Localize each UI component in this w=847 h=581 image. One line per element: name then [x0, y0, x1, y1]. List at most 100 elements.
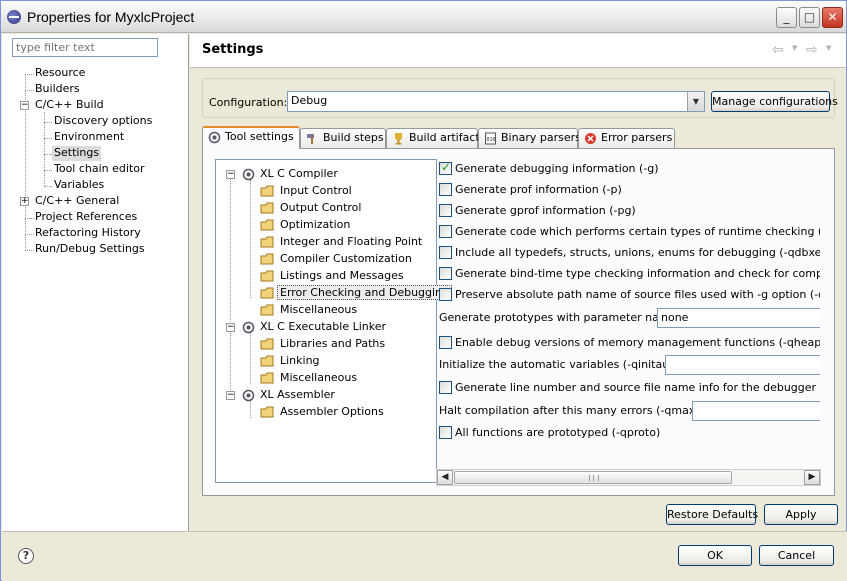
close-button[interactable]: ✕ — [822, 7, 843, 28]
tool-tree: − XL C Compiler Input Control Output Con… — [215, 159, 453, 483]
ok-button[interactable]: OK — [678, 545, 752, 566]
checkbox[interactable] — [439, 183, 452, 196]
folder-icon — [260, 406, 274, 418]
configuration-value: Debug — [291, 94, 328, 107]
manage-configurations-button[interactable]: Manage configurations — [711, 91, 838, 112]
back-arrow-icon[interactable]: ⇦ — [772, 42, 784, 58]
checkbox[interactable] — [439, 204, 452, 217]
option-label: Include all typedefs, structs, unions, e… — [455, 246, 820, 259]
tree-item-miscellaneous[interactable]: Miscellaneous — [278, 303, 359, 318]
tab-label: Binary parsers — [501, 131, 581, 144]
nav-item-discovery-options[interactable]: Discovery options — [52, 114, 154, 129]
tree-line — [250, 401, 251, 418]
tree-item-compiler-customization[interactable]: Compiler Customization — [278, 252, 414, 267]
apply-button[interactable]: Apply — [764, 504, 838, 525]
tree-item-xl-assembler[interactable]: XL Assembler — [258, 388, 337, 403]
tab-binary-parsers[interactable]: 010 Binary parsers — [478, 128, 581, 148]
gear-icon — [242, 321, 255, 334]
scroll-left-icon[interactable]: ◀ — [437, 470, 453, 485]
tree-item-linking[interactable]: Linking — [278, 354, 322, 369]
horizontal-scrollbar[interactable]: ◀ ▶ — [436, 469, 821, 486]
checkbox[interactable] — [439, 225, 452, 238]
tree-item-assembler-options[interactable]: Assembler Options — [278, 405, 386, 420]
maxerr-input[interactable] — [692, 401, 820, 421]
tab-label: Error parsers — [601, 131, 673, 144]
tree-item-error-checking-debugging[interactable]: Error Checking and Debugging — [277, 285, 453, 300]
tree-line — [230, 174, 231, 394]
collapse-icon[interactable]: − — [226, 323, 235, 332]
nav-item-variables[interactable]: Variables — [52, 178, 106, 193]
tree-item-linker-miscellaneous[interactable]: Miscellaneous — [278, 371, 359, 386]
checkbox[interactable] — [439, 336, 452, 349]
tab-error-parsers[interactable]: Error parsers — [578, 128, 675, 148]
nav-item-project-references[interactable]: Project References — [33, 210, 139, 225]
nav-item-resource[interactable]: Resource — [33, 66, 87, 81]
tab-build-artifact[interactable]: Build artifact — [386, 128, 480, 148]
title-bar[interactable]: Properties for MyxlcProject _ □ ✕ — [1, 1, 846, 33]
collapse-icon[interactable]: − — [20, 101, 29, 110]
filter-input[interactable] — [12, 38, 158, 57]
checkbox[interactable] — [439, 160, 452, 175]
scrollbar-thumb[interactable] — [454, 471, 732, 484]
configuration-label: Configuration: — [209, 96, 288, 109]
page-title: Settings — [202, 42, 264, 57]
tab-tool-settings[interactable]: Tool settings — [202, 126, 300, 149]
tree-line — [250, 180, 251, 298]
left-nav-pane: Resource Builders − C/C++ Build Discover… — [2, 34, 189, 531]
initauto-label: Initialize the automatic variables (-qin… — [439, 358, 694, 371]
checkbox[interactable] — [439, 381, 452, 394]
cancel-button[interactable]: Cancel — [759, 545, 834, 566]
nav-item-refactoring-history[interactable]: Refactoring History — [33, 226, 143, 241]
folder-icon — [260, 219, 274, 231]
restore-defaults-button[interactable]: Restore Defaults — [666, 504, 758, 525]
properties-dialog: Properties for MyxlcProject _ □ ✕ Resour… — [0, 0, 847, 581]
tree-item-xl-c-compiler[interactable]: XL C Compiler — [258, 167, 340, 182]
collapse-icon[interactable]: − — [226, 170, 235, 179]
nav-item-builders[interactable]: Builders — [33, 82, 82, 97]
collapse-icon[interactable]: − — [226, 391, 235, 400]
tree-item-input-control[interactable]: Input Control — [278, 184, 354, 199]
checkbox[interactable] — [439, 288, 452, 301]
tree-line — [44, 138, 52, 139]
configuration-select[interactable]: Debug ▼ — [287, 91, 705, 112]
initauto-input[interactable] — [665, 355, 820, 375]
forward-history-dropdown-icon[interactable]: ▼ — [826, 44, 831, 52]
nav-item-settings[interactable]: Settings — [52, 146, 102, 161]
checkbox[interactable] — [439, 246, 452, 259]
checkbox[interactable] — [439, 267, 452, 280]
tree-item-integer-floating-point[interactable]: Integer and Floating Point — [278, 235, 424, 250]
options-list: Generate debugging information (-g) Gene… — [435, 157, 820, 471]
tree-item-optimization[interactable]: Optimization — [278, 218, 352, 233]
nav-item-environment[interactable]: Environment — [52, 130, 126, 145]
nav-item-cpp-general[interactable]: C/C++ General — [33, 194, 121, 209]
checkbox[interactable] — [439, 426, 452, 439]
nav-item-tool-chain-editor[interactable]: Tool chain editor — [52, 162, 147, 177]
folder-icon — [260, 338, 274, 350]
maximize-button[interactable]: □ — [799, 7, 820, 28]
scroll-right-icon[interactable]: ▶ — [804, 470, 820, 485]
tree-item-xl-c-executable-linker[interactable]: XL C Executable Linker — [258, 320, 388, 335]
folder-icon — [260, 372, 274, 384]
gear-icon — [242, 389, 255, 402]
option-label: Generate debugging information (-g) — [455, 162, 659, 175]
window-title: Properties for MyxlcProject — [27, 9, 195, 25]
folder-icon — [260, 270, 274, 282]
help-icon[interactable]: ? — [18, 548, 34, 564]
minimize-button[interactable]: _ — [776, 7, 797, 28]
configuration-group: Configuration: Debug ▼ Manage configurat… — [202, 78, 838, 118]
forward-arrow-icon[interactable]: ⇨ — [806, 42, 818, 58]
tree-item-libraries-paths[interactable]: Libraries and Paths — [278, 337, 387, 352]
nav-item-cpp-build[interactable]: C/C++ Build — [33, 98, 106, 113]
chevron-down-icon[interactable]: ▼ — [687, 92, 704, 111]
prototypes-input[interactable]: none — [657, 308, 820, 328]
tree-item-output-control[interactable]: Output Control — [278, 201, 363, 216]
settings-pane: Settings ⇦ ▼ ⇨ ▼ Configuration: Debug ▼ … — [190, 34, 846, 531]
option-label: Generate prof information (-p) — [455, 183, 622, 196]
nav-item-run-debug-settings[interactable]: Run/Debug Settings — [33, 242, 147, 257]
back-history-dropdown-icon[interactable]: ▼ — [792, 44, 797, 52]
folder-icon — [260, 304, 274, 316]
expand-icon[interactable]: + — [20, 197, 29, 206]
tree-line — [250, 333, 251, 384]
tab-build-steps[interactable]: Build steps — [300, 128, 386, 148]
tree-item-listings-messages[interactable]: Listings and Messages — [278, 269, 406, 284]
